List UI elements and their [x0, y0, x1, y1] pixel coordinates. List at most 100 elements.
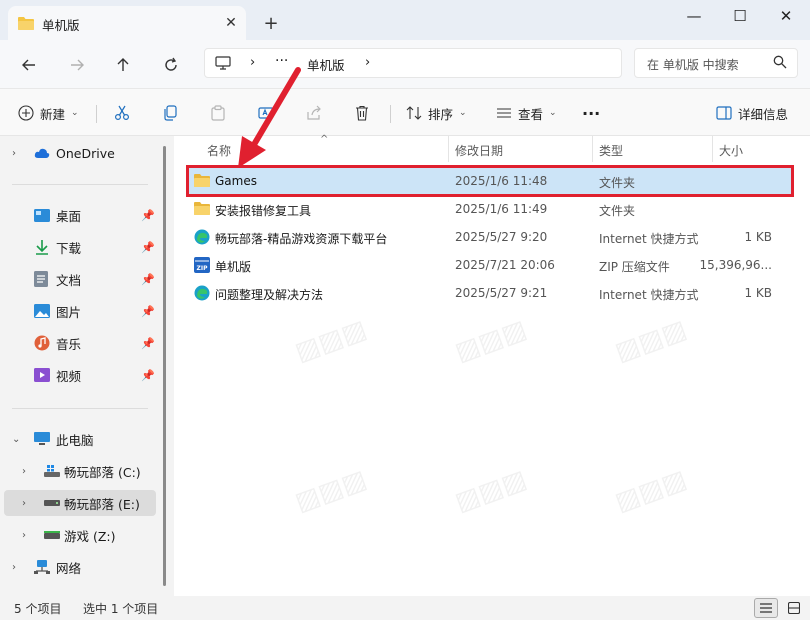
file-row[interactable]: 问题整理及解决方法 2025/5/27 9:21 Internet 快捷方式 1…	[188, 279, 792, 307]
list-view-icon	[760, 603, 772, 613]
tab-active[interactable]: 单机版 ✕	[8, 6, 246, 40]
plus-circle-icon	[18, 105, 34, 121]
file-row[interactable]: 安装报错修复工具 2025/1/6 11:49 文件夹	[188, 195, 792, 223]
divider	[390, 105, 391, 123]
share-button[interactable]	[306, 101, 322, 125]
pin-icon[interactable]: 📌	[141, 337, 155, 350]
column-divider[interactable]	[712, 136, 713, 162]
search-icon[interactable]	[773, 55, 787, 69]
divider	[12, 408, 148, 409]
sidebar-item-videos[interactable]: 视频 📌	[0, 362, 160, 388]
drive-icon	[44, 531, 60, 539]
pin-icon[interactable]: 📌	[141, 369, 155, 382]
column-divider[interactable]	[592, 136, 593, 162]
new-button[interactable]: 新建 ⌄	[18, 101, 79, 125]
maximize-button[interactable]: ☐	[717, 0, 763, 32]
chevron-right-icon[interactable]: ›	[22, 530, 26, 541]
sidebar-item-this-pc[interactable]: ⌄ 此电脑	[0, 426, 160, 452]
pin-icon[interactable]: 📌	[141, 305, 155, 318]
file-row[interactable]: ZIP 单机版 2025/7/21 20:06 ZIP 压缩文件 15,396,…	[188, 251, 792, 279]
file-type: Internet 快捷方式	[599, 288, 699, 302]
sidebar-item-drive-e[interactable]: › 畅玩部落 (E:)	[4, 490, 156, 516]
file-name: 问题整理及解决方法	[215, 288, 324, 302]
refresh-button[interactable]	[158, 52, 184, 78]
sidebar-item-music[interactable]: 音乐 📌	[0, 330, 160, 356]
cut-button[interactable]	[114, 101, 130, 125]
tab-close-icon[interactable]: ✕	[220, 12, 242, 34]
sidebar-item-pictures[interactable]: 图片 📌	[0, 298, 160, 324]
details-label: 详细信息	[738, 106, 789, 122]
sidebar-item-label: OneDrive	[56, 145, 115, 161]
chevron-right-icon[interactable]: ›	[22, 498, 26, 509]
pin-icon[interactable]: 📌	[141, 209, 155, 222]
rename-button[interactable]	[258, 101, 274, 125]
sidebar-item-desktop[interactable]: 桌面 📌	[0, 202, 160, 228]
delete-button[interactable]	[354, 101, 370, 125]
download-icon	[34, 239, 50, 255]
chevron-right-icon[interactable]: ›	[12, 148, 16, 159]
paste-button[interactable]	[210, 101, 226, 125]
breadcrumb-more[interactable]: ···	[275, 53, 288, 69]
more-options-button[interactable]: ···	[582, 101, 600, 125]
close-window-button[interactable]: ✕	[763, 0, 809, 32]
chevron-right-icon[interactable]: ›	[22, 466, 26, 477]
sidebar-item-drive-z[interactable]: › 游戏 (Z:)	[0, 522, 160, 548]
new-tab-button[interactable]: +	[260, 12, 282, 34]
sidebar-item-network[interactable]: › 网络	[0, 554, 160, 580]
sidebar-item-drive-c[interactable]: › 畅玩部落 (C:)	[0, 458, 160, 484]
search-placeholder: 在 单机版 中搜索	[647, 58, 739, 72]
navigation-pane: › OneDrive 桌面 📌 下载 📌 文档 📌 图片 📌 音乐 📌 视频 📌	[0, 136, 172, 596]
drive-icon	[44, 500, 60, 506]
view-list-icon	[496, 105, 512, 121]
breadcrumb-current[interactable]: 单机版	[307, 55, 345, 74]
pin-icon[interactable]: 📌	[141, 241, 155, 254]
file-modified: 2025/5/27 9:20	[455, 230, 548, 244]
sidebar-item-downloads[interactable]: 下载 📌	[0, 234, 160, 260]
sidebar-item-onedrive[interactable]: › OneDrive	[0, 140, 160, 166]
cloud-icon	[34, 147, 50, 159]
column-header-name[interactable]: 名称	[207, 142, 231, 159]
search-box[interactable]: 在 单机版 中搜索	[634, 48, 798, 78]
chevron-down-icon[interactable]: ⌄	[12, 434, 20, 445]
file-row[interactable]: Games 2025/1/6 11:48 文件夹	[186, 165, 794, 197]
minimize-button[interactable]: —	[671, 0, 717, 32]
folder-icon	[18, 16, 34, 30]
address-bar[interactable]: › ··· 单机版 ›	[204, 48, 622, 78]
sidebar-item-documents[interactable]: 文档 📌	[0, 266, 160, 292]
file-type: 文件夹	[599, 176, 636, 190]
column-divider[interactable]	[448, 136, 449, 162]
file-name: 畅玩部落-精品游戏资源下载平台	[215, 232, 388, 246]
sort-icon	[406, 105, 422, 121]
sidebar-item-label: 网络	[56, 560, 82, 576]
new-label: 新建	[40, 106, 66, 122]
view-label: 查看	[518, 106, 544, 122]
up-button[interactable]	[110, 52, 136, 78]
breadcrumb-separator[interactable]: ›	[250, 55, 255, 70]
tab-title: 单机版	[42, 18, 80, 33]
column-header-type[interactable]: 类型	[599, 142, 623, 159]
file-modified: 2025/7/21 20:06	[455, 258, 555, 272]
copy-icon	[162, 105, 178, 121]
status-bar: 5 个项目 选中 1 个项目	[0, 596, 810, 620]
forward-button[interactable]	[64, 52, 90, 78]
sidebar-scrollbar[interactable]	[163, 146, 166, 586]
file-type: ZIP 压缩文件	[599, 260, 670, 274]
column-header-size[interactable]: 大小	[719, 142, 743, 159]
breadcrumb-separator[interactable]: ›	[365, 55, 370, 70]
folder-icon	[194, 201, 210, 215]
column-header-modified[interactable]: 修改日期	[455, 142, 503, 159]
share-icon	[306, 105, 322, 121]
folder-icon	[194, 173, 210, 187]
pin-icon[interactable]: 📌	[141, 273, 155, 286]
tiles-view-button[interactable]	[782, 598, 806, 618]
back-button[interactable]	[16, 52, 42, 78]
trash-icon	[354, 105, 370, 121]
details-view-button[interactable]	[754, 598, 778, 618]
file-row[interactable]: 畅玩部落-精品游戏资源下载平台 2025/5/27 9:20 Internet …	[188, 223, 792, 251]
view-button[interactable]: 查看 ⌄	[496, 101, 557, 125]
sort-button[interactable]: 排序 ⌄	[406, 101, 467, 125]
details-pane-button[interactable]: 详细信息	[716, 101, 788, 125]
file-list: ^ 名称 修改日期 类型 大小 Games 2025/1/6 11:48 文件夹…	[174, 134, 810, 596]
chevron-right-icon[interactable]: ›	[12, 562, 16, 573]
copy-button[interactable]	[162, 101, 178, 125]
